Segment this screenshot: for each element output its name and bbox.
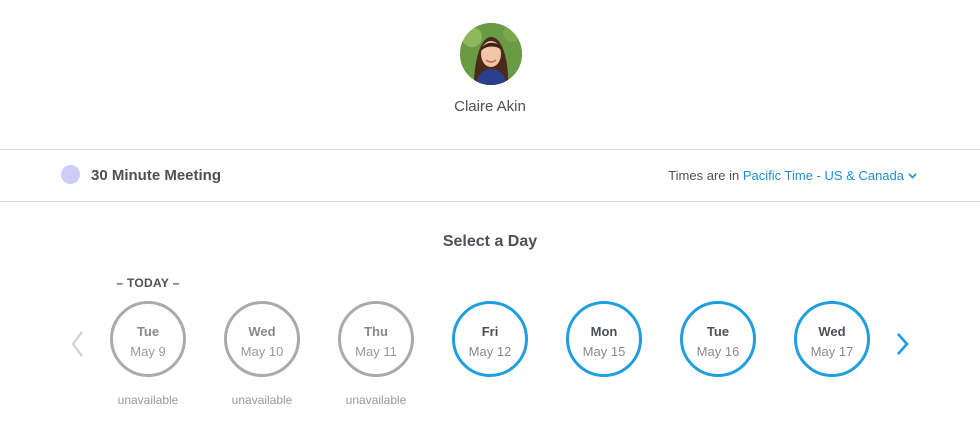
chevron-left-icon [71, 331, 83, 357]
today-label: – TODAY – [116, 276, 180, 290]
day-button[interactable]: Wed May 17 [794, 301, 870, 377]
event-name: 30 Minute Meeting [91, 167, 222, 184]
day-date: May 15 [582, 344, 626, 359]
day-button: Thu May 11 [338, 301, 414, 377]
timezone-prefix: Times are in [668, 168, 740, 183]
event-color-dot [61, 165, 80, 184]
previous-week-button[interactable] [68, 329, 88, 359]
timezone-selector[interactable]: Pacific Time - US & Canada [743, 168, 917, 183]
day-button[interactable]: Fri May 12 [452, 301, 528, 377]
day-of-week: Tue [136, 324, 160, 339]
day-button: Wed May 10 [224, 301, 300, 377]
owner-name: Claire Akin [454, 98, 526, 115]
event-bar: 30 Minute Meeting Times are in Pacific T… [0, 149, 980, 202]
day-of-week: Fri [481, 324, 499, 339]
day-status: unavailable [117, 393, 179, 407]
day-date: May 17 [810, 344, 854, 359]
chevron-down-icon [908, 167, 917, 182]
day-of-week: Mon [590, 324, 618, 339]
avatar [460, 23, 522, 85]
day-date: May 12 [468, 344, 512, 359]
day-of-week: Tue [706, 324, 730, 339]
day-date: May 11 [355, 344, 397, 359]
day-button[interactable]: Mon May 15 [566, 301, 642, 377]
day-date: May 10 [240, 344, 284, 359]
day-button: Tue May 9 [110, 301, 186, 377]
day-date: May 9 [130, 344, 166, 359]
profile-header: Claire Akin [0, 0, 980, 149]
next-week-button[interactable] [892, 329, 912, 359]
chevron-right-icon [896, 333, 909, 355]
timezone-value: Pacific Time - US & Canada [742, 168, 904, 183]
timezone-info: Times are in Pacific Time - US & Canada [668, 167, 917, 183]
day-of-week: Wed [248, 324, 276, 339]
day-of-week: Thu [364, 324, 388, 339]
day-button[interactable]: Tue May 16 [680, 301, 756, 377]
day-date: May 16 [696, 344, 740, 359]
day-status: unavailable [231, 393, 293, 407]
day-of-week: Wed [818, 324, 846, 339]
day-status: unavailable [345, 393, 407, 407]
select-day-heading: Select a Day [442, 233, 538, 250]
